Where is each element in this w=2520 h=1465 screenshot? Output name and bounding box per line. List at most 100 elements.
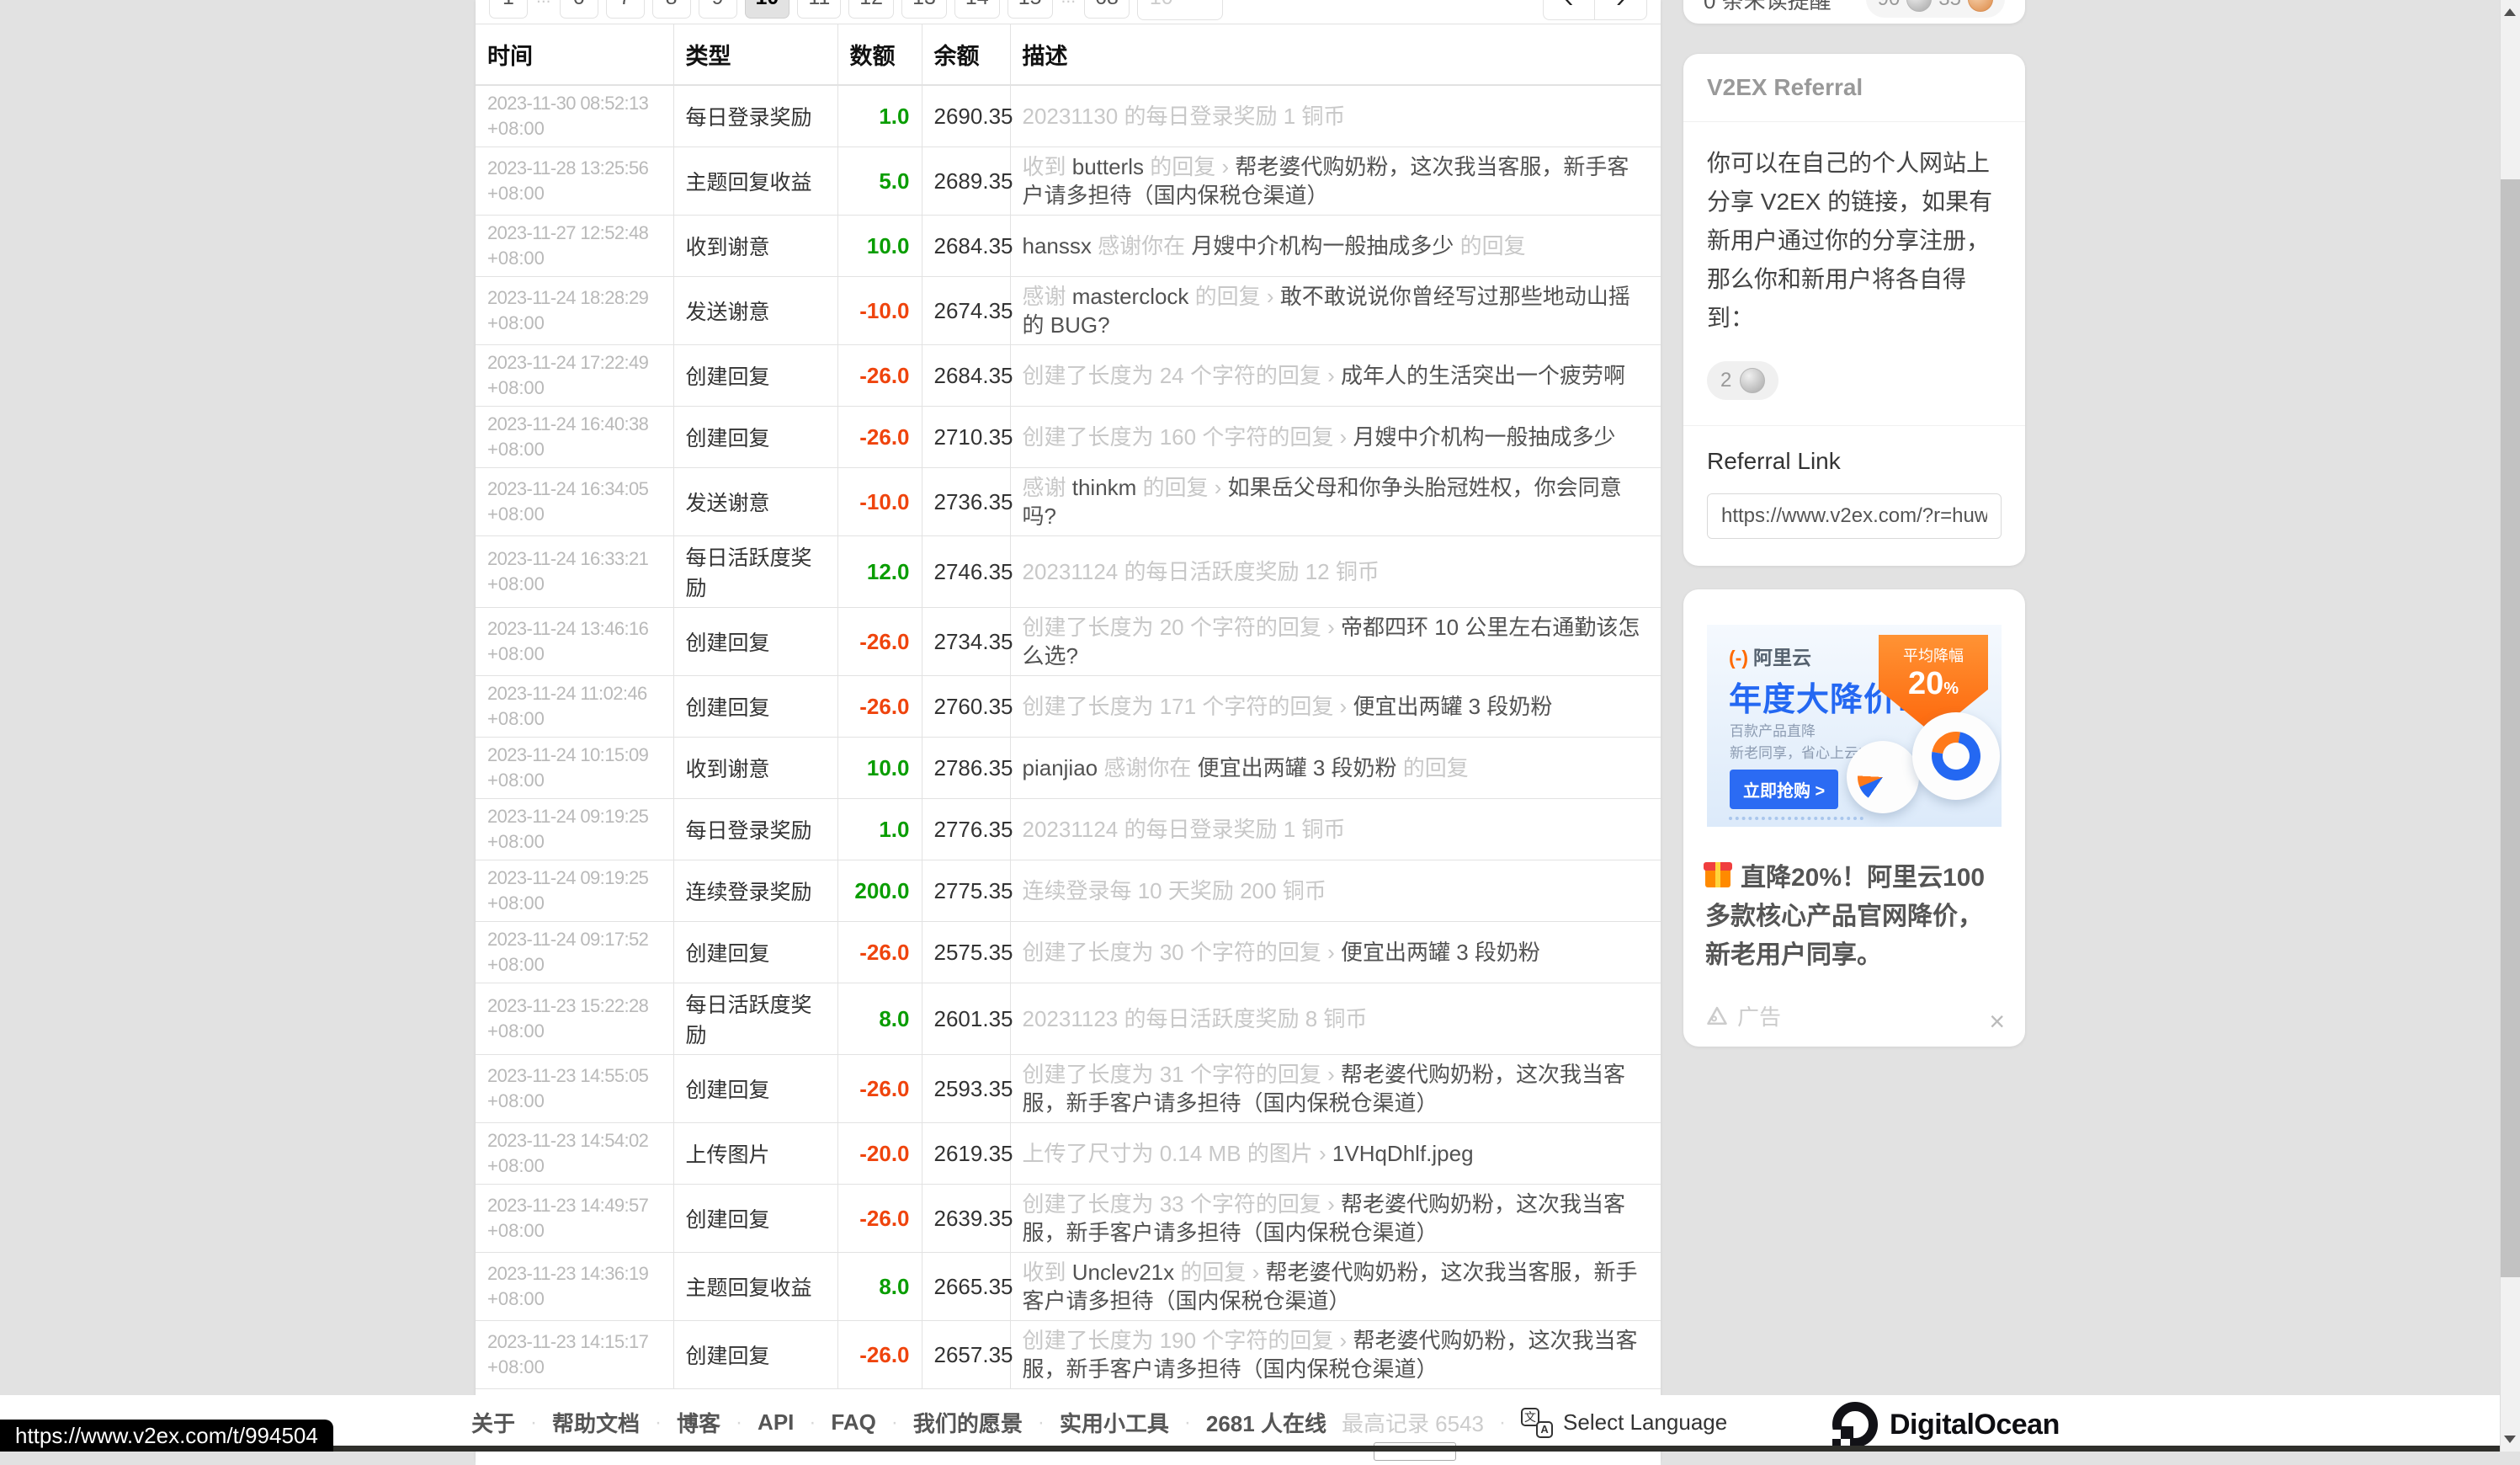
page-button-9[interactable]: 9 [698, 0, 737, 19]
description-link[interactable]: 1VHqDhlf.jpeg [1332, 1141, 1474, 1166]
page-button-15[interactable]: 15 [1007, 0, 1053, 19]
description-text: 的回复 › [1188, 284, 1280, 309]
footer-link[interactable]: API [758, 1409, 794, 1436]
cell-time: 2023-11-24 16:40:38 +08:00 [476, 406, 674, 468]
footer-link[interactable]: FAQ [831, 1409, 875, 1436]
ad-cta-button[interactable]: 立即抢购 > [1730, 770, 1839, 809]
ad-banner[interactable]: (-) 阿里云 年度大降价! 百款产品直降 新老同享，省心上云! 立即抢购 > 平… [1707, 625, 2002, 827]
table-row: 2023-11-24 09:19:25 +08:00 连续登录奖励 200.0 2775… [476, 860, 1661, 922]
cell-balance: 2734.35 [922, 607, 1013, 676]
page-button-12[interactable]: 12 [848, 0, 895, 19]
description-link[interactable]: 便宜出两罐 3 段奶粉 [1341, 940, 1540, 965]
cell-type: 主题回复收益 [673, 146, 838, 216]
time-timezone: +08:00 [487, 118, 545, 139]
scroll-up-arrow-icon[interactable] [2504, 8, 2516, 16]
separator-dot: · [809, 1410, 816, 1434]
page-button-14[interactable]: 14 [954, 0, 1000, 19]
cell-amount: -26.0 [837, 1184, 922, 1253]
scroll-down-arrow-icon[interactable] [2504, 1436, 2516, 1443]
description-link[interactable]: thinkm [1072, 475, 1137, 500]
cell-type: 创建回复 [673, 1184, 838, 1253]
cell-balance: 2786.35 [922, 737, 1013, 799]
page-button-8[interactable]: 8 [651, 0, 691, 19]
time-date: 2023-11-24 09:19:25 [487, 806, 649, 827]
cell-time: 2023-11-28 13:25:56 +08:00 [476, 146, 674, 216]
time-timezone: +08:00 [487, 1020, 545, 1041]
page-button-7[interactable]: 7 [605, 0, 645, 19]
pagination-top: 1... 6789 10 11 12 13 14 15... 68 ‹› [476, 0, 1661, 24]
referral-title: V2EX Referral [1683, 54, 2025, 122]
select-language[interactable]: Select Language [1521, 1407, 1728, 1438]
cell-type: 每日登录奖励 [673, 798, 838, 860]
description-link[interactable]: pianjiao [1023, 755, 1098, 780]
footer-link[interactable]: 关于 [471, 1407, 515, 1438]
footer-link[interactable]: 我们的愿景 [913, 1407, 1023, 1438]
description-link[interactable]: Unclev21x [1072, 1260, 1174, 1285]
description-link[interactable]: hanssx [1023, 233, 1092, 258]
referral-link-input[interactable] [1707, 493, 2002, 539]
next-page-button[interactable]: › [1595, 0, 1647, 20]
cell-balance: 2657.35 [922, 1320, 1013, 1389]
footer-link[interactable]: 博客 [677, 1407, 720, 1438]
cell-amount: -26.0 [837, 921, 922, 983]
cell-description: 感谢 masterclock 的回复 › 敢不敢说说你曾经写过那些地动山摇的 B… [1010, 276, 1661, 345]
balance-pill[interactable]: 90 35 [1865, 0, 2005, 18]
cell-type: 创建回复 [673, 1054, 838, 1123]
description-link[interactable]: 便宜出两罐 3 段奶粉 [1353, 694, 1552, 719]
ad-text-content: 直降20%！阿里云100多款核心产品官网降价，新老用户同享。 [1705, 864, 1986, 969]
description-text: 创建了长度为 31 个字符的回复 › [1022, 1062, 1341, 1087]
separator-dot: · [655, 1410, 662, 1434]
footer-link[interactable]: 帮助文档 [552, 1407, 640, 1438]
cell-type: 发送谢意 [673, 467, 838, 536]
description-link[interactable]: 便宜出两罐 3 段奶粉 [1198, 755, 1397, 780]
time-date: 2023-11-23 14:54:02 [487, 1130, 649, 1151]
description-text: 收到 [1022, 154, 1072, 179]
description-text: 20231124 的每日登录奖励 1 铜币 [1022, 817, 1346, 842]
description-link[interactable]: butterls [1072, 154, 1144, 179]
ad-close-icon[interactable]: × [1989, 1008, 2005, 1035]
footer-link[interactable]: 实用小工具 [1060, 1407, 1169, 1438]
page-button-68[interactable]: 68 [1084, 0, 1130, 19]
table-row: 2023-11-23 14:36:19 +08:00 主题回复收益 8.0 2665.3… [476, 1252, 1661, 1321]
cell-description: 20231124 的每日登录奖励 1 铜币 [1010, 798, 1661, 860]
cell-description: 收到 Unclev21x 的回复 › 帮老婆代购奶粉，这次我当客服，新手客户请多… [1010, 1252, 1661, 1321]
alicloud-brand-text: 阿里云 [1752, 647, 1811, 669]
description-link[interactable]: 月嫂中介机构一般抽成多少 [1353, 424, 1615, 450]
cell-description: 创建了长度为 24 个字符的回复 › 成年人的生活突出一个疲劳啊 [1010, 344, 1661, 407]
ad-disclosure-link[interactable]: 广告 [1737, 1000, 1781, 1031]
cell-type: 每日活跃度奖励 [673, 535, 838, 608]
cell-balance: 2575.35 [922, 921, 1013, 983]
page-button-13[interactable]: 13 [901, 0, 947, 19]
time-timezone: +08:00 [487, 770, 545, 791]
description-link[interactable]: masterclock [1072, 284, 1189, 309]
cell-time: 2023-11-23 14:15:17 +08:00 [476, 1320, 674, 1389]
cell-balance: 2601.35 [922, 983, 1013, 1055]
select-language-label: Select Language [1563, 1409, 1728, 1435]
description-text: 收到 [1022, 1260, 1072, 1285]
column-header-balance: 余额 [922, 24, 1011, 86]
description-link[interactable]: 成年人的生活突出一个疲劳啊 [1341, 363, 1625, 388]
alicloud-logo-icon: (-) [1729, 647, 1748, 669]
description-link[interactable]: 月嫂中介机构一般抽成多少 [1191, 233, 1454, 258]
page-button-11[interactable]: 11 [797, 0, 842, 19]
cell-balance: 2674.35 [922, 276, 1013, 345]
cell-amount: -10.0 [837, 276, 922, 345]
page-button-1[interactable]: 1 [489, 0, 528, 19]
unread-notifications-link[interactable]: 0 条未读提醒 [1704, 0, 1832, 15]
page-jump-input[interactable] [1136, 0, 1223, 20]
bottom-edge-strip [0, 1446, 2520, 1452]
scrollbar-thumb[interactable] [2501, 179, 2520, 1277]
table-row: 2023-11-24 09:17:52 +08:00 创建回复 -26.0 2575.3… [476, 921, 1661, 983]
previous-page-button[interactable]: ‹ [1543, 0, 1595, 20]
cell-amount: -26.0 [837, 344, 922, 407]
ad-text[interactable]: 直降20%！阿里云100多款核心产品官网降价，新老用户同享。 [1704, 859, 2003, 975]
digitalocean-logo[interactable]: DigitalOcean [1832, 1402, 2060, 1448]
page-button-10[interactable]: 10 [744, 0, 790, 19]
ad-box: (-) 阿里云 年度大降价! 百款产品直降 新老同享，省心上云! 立即抢购 > 平… [1683, 589, 2025, 1047]
gift-icon [1704, 862, 1732, 887]
reward-amount: 2 [1720, 369, 1732, 392]
time-date: 2023-11-24 16:34:05 [487, 478, 649, 499]
description-text: 感谢你在 [1098, 755, 1198, 780]
page-button-6[interactable]: 6 [559, 0, 598, 19]
cell-balance: 2746.35 [922, 535, 1013, 608]
